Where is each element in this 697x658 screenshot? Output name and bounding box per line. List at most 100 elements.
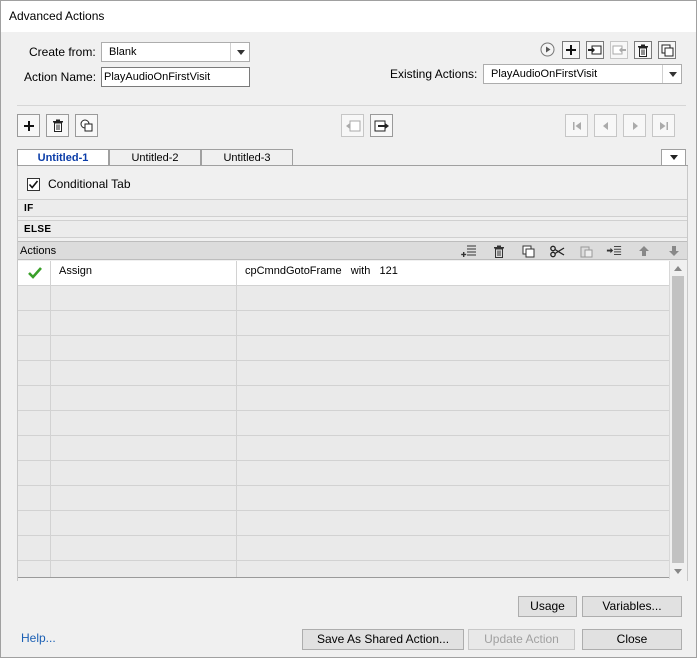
existing-actions-select[interactable]: PlayAudioOnFirstVisit <box>483 64 682 84</box>
empty-cell <box>237 386 669 410</box>
scroll-down-icon[interactable] <box>674 569 682 574</box>
copy-icon[interactable] <box>520 243 536 259</box>
action-name-value: PlayAudioOnFirstVisit <box>104 71 211 83</box>
tab-label: Untitled-1 <box>37 152 89 164</box>
move-right-icon[interactable] <box>370 114 393 137</box>
actions-title: Actions <box>20 245 57 257</box>
table-row[interactable]: Assign cpCmndGotoFrame with 121 <box>18 261 669 286</box>
tab-label: Untitled-2 <box>131 152 179 164</box>
scrollbar-thumb[interactable] <box>672 276 684 563</box>
delete-icon[interactable] <box>491 243 507 259</box>
tab-untitled-2[interactable]: Untitled-2 <box>109 149 201 166</box>
duplicate-action-icon[interactable] <box>658 41 676 59</box>
delete-tab-icon[interactable] <box>46 114 69 137</box>
up-arrow-icon[interactable] <box>636 243 652 259</box>
else-label: ELSE <box>24 224 52 235</box>
empty-cell <box>18 361 51 385</box>
empty-cell <box>51 411 237 435</box>
delete-action-icon[interactable] <box>634 41 652 59</box>
action-name-field[interactable]: PlayAudioOnFirstVisit <box>101 67 250 87</box>
usage-button[interactable]: Usage <box>518 596 577 617</box>
empty-cell <box>18 486 51 510</box>
next-icon[interactable] <box>623 114 646 137</box>
duplicate-tab-icon[interactable] <box>75 114 98 137</box>
empty-cell <box>18 561 51 577</box>
chevron-down-icon <box>230 43 249 61</box>
empty-cell <box>51 436 237 460</box>
tab-menu-button[interactable] <box>661 149 686 166</box>
check-icon <box>28 180 39 189</box>
empty-cell <box>51 386 237 410</box>
conditional-tab-label: Conditional Tab <box>48 177 131 191</box>
empty-cell <box>237 461 669 485</box>
down-arrow-icon[interactable] <box>666 243 682 259</box>
existing-actions-label: Existing Actions: <box>390 67 478 81</box>
empty-cell <box>237 436 669 460</box>
tab-untitled-1[interactable]: Untitled-1 <box>17 149 109 166</box>
create-from-label: Create from: <box>29 45 96 59</box>
action-name-label: Action Name: <box>24 70 97 84</box>
variables-button[interactable]: Variables... <box>582 596 682 617</box>
table-row[interactable] <box>18 511 669 536</box>
empty-cell <box>237 411 669 435</box>
tab-untitled-3[interactable]: Untitled-3 <box>201 149 293 166</box>
vertical-scrollbar[interactable] <box>669 261 686 579</box>
if-section[interactable]: IF <box>18 199 687 217</box>
close-button[interactable]: Close <box>582 629 682 650</box>
scroll-up-icon[interactable] <box>674 266 682 271</box>
empty-cell <box>18 311 51 335</box>
status-cell <box>18 261 51 285</box>
table-row[interactable] <box>18 461 669 486</box>
preview-icon[interactable] <box>539 41 555 57</box>
empty-cell <box>237 561 669 577</box>
table-row[interactable] <box>18 386 669 411</box>
new-action-icon[interactable] <box>562 41 580 59</box>
export-icon[interactable] <box>610 41 628 59</box>
else-section[interactable]: ELSE <box>18 220 687 238</box>
detail-cell[interactable]: cpCmndGotoFrame with 121 <box>237 261 669 285</box>
insert-after-icon[interactable] <box>606 243 622 259</box>
move-left-icon[interactable] <box>341 114 364 137</box>
table-row[interactable] <box>18 561 669 577</box>
create-from-select[interactable]: Blank <box>101 42 250 62</box>
table-row[interactable] <box>18 361 669 386</box>
empty-cell <box>18 286 51 310</box>
empty-cell <box>51 536 237 560</box>
actions-grid: Assign cpCmndGotoFrame with 121 <box>18 261 669 578</box>
empty-cell <box>51 461 237 485</box>
empty-cell <box>18 511 51 535</box>
import-icon[interactable] <box>586 41 604 59</box>
table-row[interactable] <box>18 436 669 461</box>
empty-cell <box>18 536 51 560</box>
conditional-tab-checkbox[interactable] <box>27 178 40 191</box>
empty-cell <box>18 436 51 460</box>
check-icon <box>28 267 42 279</box>
previous-icon[interactable] <box>594 114 617 137</box>
update-action-button[interactable]: Update Action <box>468 629 575 650</box>
help-link[interactable]: Help... <box>21 631 56 645</box>
table-row[interactable] <box>18 536 669 561</box>
empty-cell <box>51 486 237 510</box>
insert-icon[interactable] <box>461 243 477 259</box>
add-tab-icon[interactable] <box>17 114 40 137</box>
empty-cell <box>51 361 237 385</box>
empty-cell <box>51 286 237 310</box>
empty-cell <box>237 486 669 510</box>
last-icon[interactable] <box>652 114 675 137</box>
table-row[interactable] <box>18 311 669 336</box>
empty-cell <box>18 411 51 435</box>
paste-icon[interactable] <box>578 243 594 259</box>
cut-icon[interactable] <box>549 243 565 259</box>
first-icon[interactable] <box>565 114 588 137</box>
empty-cell <box>51 336 237 360</box>
table-row[interactable] <box>18 286 669 311</box>
table-row[interactable] <box>18 336 669 361</box>
create-from-value: Blank <box>109 46 137 58</box>
action-cell[interactable]: Assign <box>51 261 237 285</box>
advanced-actions-dialog: Advanced Actions Create from: Blank Acti… <box>0 0 697 658</box>
table-row[interactable] <box>18 486 669 511</box>
save-as-shared-action-button[interactable]: Save As Shared Action... <box>302 629 464 650</box>
empty-cell <box>237 311 669 335</box>
if-label: IF <box>24 203 34 214</box>
table-row[interactable] <box>18 411 669 436</box>
